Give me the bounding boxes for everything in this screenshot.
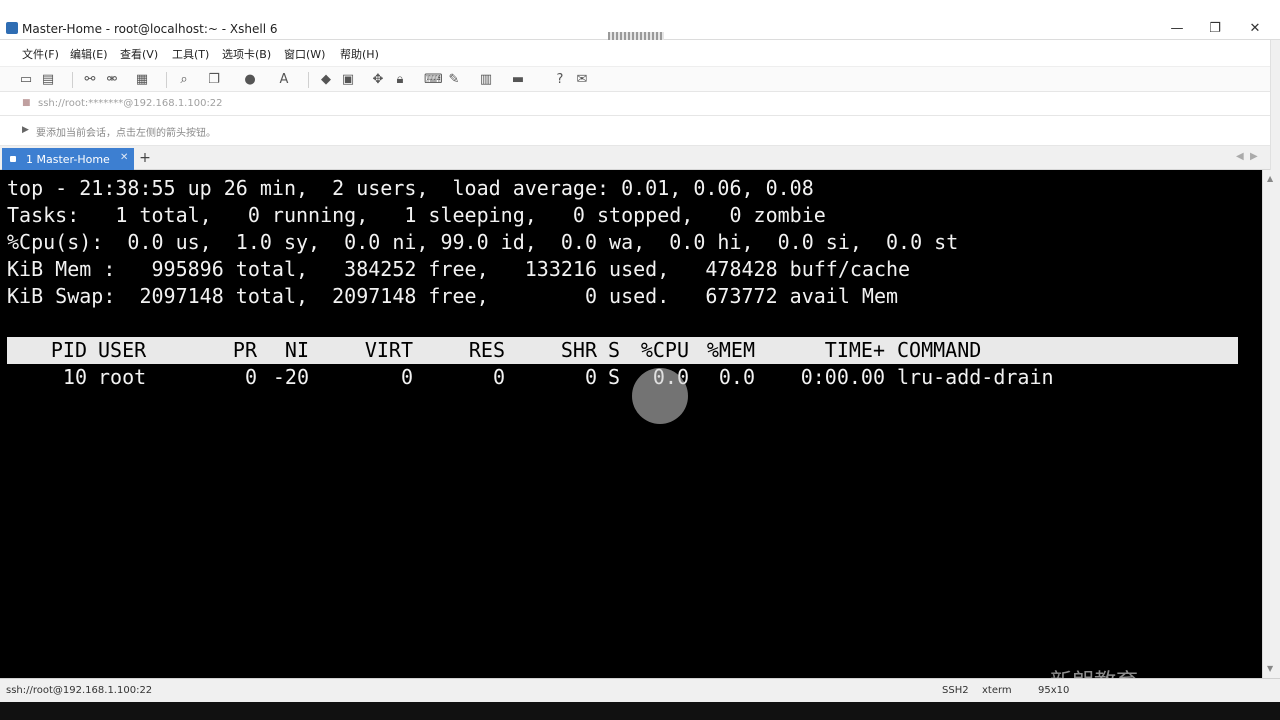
color-scheme-icon[interactable]: ● <box>242 72 258 88</box>
menu-help[interactable]: 帮助(H) <box>340 46 379 62</box>
proc-res: 0 <box>492 365 505 389</box>
add-session-arrow-icon[interactable]: ▶ <box>22 125 29 135</box>
window-scrollbar[interactable] <box>1270 40 1280 170</box>
col-user: USER <box>98 338 147 362</box>
tab-master-home[interactable]: 1 Master-Home ✕ <box>2 148 134 170</box>
toolbar-separator <box>72 72 73 88</box>
proc-mem: 0.0 <box>718 365 755 389</box>
new-session-icon[interactable]: ▭ <box>18 72 34 88</box>
status-size: 95x10 <box>1038 685 1070 696</box>
proc-virt: 0 <box>400 365 413 389</box>
chat-icon[interactable]: ✉ <box>574 72 590 88</box>
proc-time: 0:00.00 <box>800 365 885 389</box>
col-pr: PR <box>232 338 257 362</box>
terminal-scrollbar[interactable]: ▲ ▼ <box>1262 170 1280 678</box>
table-row[interactable]: 10 root 0 -20 0 0 0 S 0.0 0.0 0:00.00 lr… <box>7 364 1238 391</box>
connect-icon[interactable]: ⚯ <box>82 72 98 88</box>
tab-bar: 1 Master-Home ✕ + ◀ ▶ <box>0 146 1270 170</box>
top-swap-line: KiB Swap: 2097148 total, 2097148 free, 0… <box>7 284 899 308</box>
proc-pid: 10 <box>62 365 87 389</box>
script-icon[interactable]: ✎ <box>446 72 462 88</box>
proc-user: root <box>98 365 147 389</box>
status-connection: ssh://root@192.168.1.100:22 <box>6 685 153 696</box>
hint-bar: ▶ 要添加当前会话，点击左侧的箭头按钮。 <box>0 116 1270 146</box>
find-icon[interactable]: ⌕ <box>176 72 192 88</box>
drag-grip[interactable] <box>608 32 664 40</box>
tab-scroll-left-icon[interactable]: ◀ <box>1236 151 1244 162</box>
top-uptime-line: top - 21:38:55 up 26 min, 2 users, load … <box>7 176 814 200</box>
address-bar: ■ ssh://root:*******@192.168.1.100:22 <box>0 92 1270 116</box>
top-cpu-line: %Cpu(s): 0.0 us, 1.0 sy, 0.0 ni, 99.0 id… <box>7 230 959 254</box>
window-title: Master-Home - root@localhost:~ - Xshell … <box>22 22 278 36</box>
layout-icon[interactable]: ▥ <box>478 72 494 88</box>
bottom-strip <box>0 702 1280 720</box>
terminal-area[interactable]: top - 21:38:55 up 26 min, 2 users, load … <box>0 170 1262 678</box>
menu-view[interactable]: 查看(V) <box>120 46 158 62</box>
col-virt: VIRT <box>364 338 413 362</box>
xshell-app-icon <box>6 22 18 34</box>
proc-command: lru-add-drain <box>897 365 1054 389</box>
keyboard-icon[interactable]: ⌨ <box>424 72 443 88</box>
tab-label: 1 Master-Home <box>26 153 110 166</box>
tab-scroll-right-icon[interactable]: ▶ <box>1250 151 1258 162</box>
status-protocol: SSH2 <box>942 685 969 696</box>
lock-icon[interactable]: 🔒︎ <box>392 72 408 88</box>
new-tab-button[interactable]: + <box>136 149 154 167</box>
maximize-button[interactable]: ❐ <box>1204 20 1226 38</box>
col-res: RES <box>468 338 505 362</box>
top-tasks-line: Tasks: 1 total, 0 running, 1 sleeping, 0… <box>7 203 826 227</box>
menu-window[interactable]: 窗口(W) <box>284 46 325 62</box>
scroll-down-icon[interactable]: ▼ <box>1267 664 1273 673</box>
col-shr: SHR <box>560 338 597 362</box>
compose-icon[interactable]: ▬ <box>510 72 526 88</box>
col-pid: PID <box>50 338 87 362</box>
fullscreen-icon[interactable]: ✥ <box>370 72 386 88</box>
status-bar: ssh://root@192.168.1.100:22 SSH2 xterm 9… <box>0 678 1280 702</box>
proc-state: S <box>608 365 621 389</box>
col-mem: %MEM <box>706 338 755 362</box>
menu-bar: 文件(F) 编辑(E) 查看(V) 工具(T) 选项卡(B) 窗口(W) 帮助(… <box>0 40 1280 66</box>
process-table-header: PID USER PR NI VIRT RES SHR S %CPU %MEM … <box>7 337 1238 364</box>
font-icon[interactable]: A <box>276 72 292 88</box>
disconnect-icon[interactable]: ⚮ <box>104 72 120 88</box>
menu-file[interactable]: 文件(F) <box>22 46 59 62</box>
proc-ni: -20 <box>272 365 309 389</box>
col-ni: NI <box>284 338 309 362</box>
toolbar-separator <box>166 72 167 88</box>
title-bar: Master-Home - root@localhost:~ - Xshell … <box>0 0 1280 40</box>
mouse-cursor-highlight <box>632 368 688 424</box>
hint-text: 要添加当前会话，点击左侧的箭头按钮。 <box>36 128 216 139</box>
proc-pr: 0 <box>244 365 257 389</box>
col-cpu: %CPU <box>640 338 689 362</box>
tab-status-icon <box>10 156 16 162</box>
copy-icon[interactable]: ❐ <box>206 72 222 88</box>
session-address[interactable]: ssh://root:*******@192.168.1.100:22 <box>38 98 223 109</box>
xftp-icon[interactable]: ◆ <box>318 72 334 88</box>
col-command: COMMAND <box>897 338 982 362</box>
properties-icon[interactable]: ▦ <box>134 72 150 88</box>
lock-icon: ■ <box>22 98 31 108</box>
toolbar-separator <box>308 72 309 88</box>
transfer-icon[interactable]: ▣ <box>340 72 356 88</box>
menu-edit[interactable]: 编辑(E) <box>70 46 108 62</box>
menu-tools[interactable]: 工具(T) <box>172 46 209 62</box>
col-state: S <box>608 338 621 362</box>
scroll-up-icon[interactable]: ▲ <box>1267 174 1273 183</box>
close-button[interactable]: ✕ <box>1244 20 1266 38</box>
top-mem-line: KiB Mem : 995896 total, 384252 free, 133… <box>7 257 911 281</box>
proc-shr: 0 <box>584 365 597 389</box>
tab-close-icon[interactable]: ✕ <box>120 152 128 163</box>
menu-tab[interactable]: 选项卡(B) <box>222 46 271 62</box>
open-folder-icon[interactable]: ▤ <box>40 72 56 88</box>
minimize-button[interactable]: — <box>1166 20 1188 38</box>
status-terminal-type: xterm <box>982 685 1012 696</box>
col-time: TIME+ <box>824 338 885 362</box>
help-icon[interactable]: ? <box>552 72 568 88</box>
toolbar: ▭ ▤ ⚯ ⚮ ▦ ⌕ ❐ ● A ◆ ▣ ✥ 🔒︎ ⌨ ✎ ▥ ▬ ? ✉ <box>0 66 1270 92</box>
